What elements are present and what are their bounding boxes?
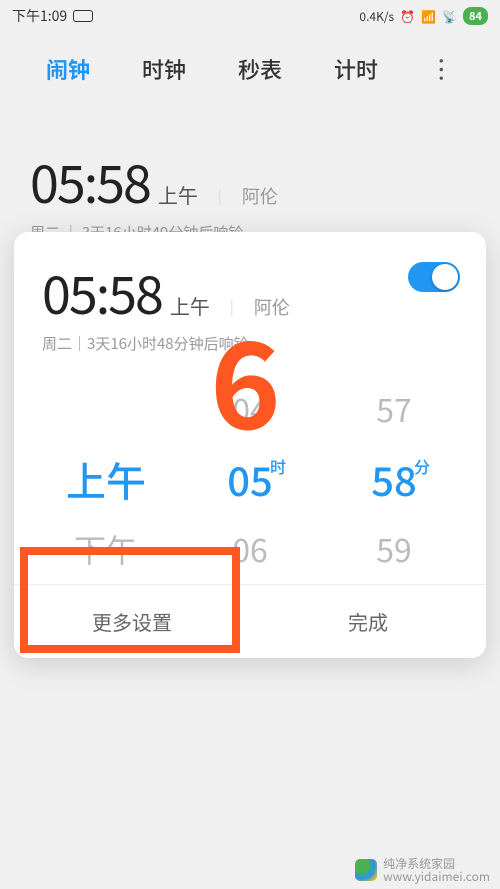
hour-prev: 04 xyxy=(178,374,322,444)
ampm-pm[interactable]: 下午 xyxy=(34,514,178,584)
sheet-header: 05:58 上午 ｜ 阿伦 周二｜3天16小时48分钟后响铃 xyxy=(14,232,486,364)
edit-alarm-sheet: 05:58 上午 ｜ 阿伦 周二｜3天16小时48分钟后响铃 上午 下午 04 … xyxy=(14,232,486,658)
status-time: 下午1:09 xyxy=(12,6,67,26)
watermark-url: www.yidaimei.com xyxy=(383,870,490,883)
tab-alarm[interactable]: 闹钟 xyxy=(46,53,90,85)
minute-prev: 57 xyxy=(322,374,466,444)
watermark: 纯净系统家园 www.yidaimei.com xyxy=(355,857,490,883)
tab-timer[interactable]: 计时 xyxy=(334,53,378,85)
overflow-icon[interactable]: ⋯ xyxy=(423,56,460,80)
minute-column[interactable]: 57 58分 59 xyxy=(322,374,466,584)
alarm-time: 05:58 xyxy=(30,143,150,218)
more-settings-button[interactable]: 更多设置 xyxy=(14,585,250,658)
ampm-am[interactable]: 上午 xyxy=(34,444,178,514)
alarm-label: 阿伦 xyxy=(242,183,278,209)
alarm-ampm: 上午 xyxy=(158,180,198,209)
sheet-label: 阿伦 xyxy=(254,294,290,320)
sheet-actions: 更多设置 完成 xyxy=(14,584,486,658)
battery-badge: 84 xyxy=(463,7,488,25)
ampm-column[interactable]: 上午 下午 xyxy=(34,374,178,584)
sheet-time: 05:58 xyxy=(42,254,162,329)
watermark-logo-icon xyxy=(355,859,377,881)
wifi-icon: 📡 xyxy=(442,8,457,25)
hour-next: 06 xyxy=(178,514,322,584)
sheet-subtitle: 周二｜3天16小时48分钟后响铃 xyxy=(42,333,458,354)
status-net: 0.4K/s xyxy=(359,8,394,25)
sheet-toggle[interactable] xyxy=(408,262,460,292)
alarm-icon: ⏰ xyxy=(400,8,415,25)
hour-column[interactable]: 04 05时 06 xyxy=(178,374,322,584)
signal-icon: 📶 xyxy=(421,8,436,25)
minute-selected: 58分 xyxy=(322,444,466,514)
vr-icon xyxy=(73,10,93,22)
tab-clock[interactable]: 时钟 xyxy=(142,53,186,85)
tab-stopwatch[interactable]: 秒表 xyxy=(238,53,282,85)
divider: ｜ xyxy=(212,184,228,208)
sheet-ampm: 上午 xyxy=(170,291,210,320)
hour-selected: 05时 xyxy=(178,444,322,514)
tab-bar: 闹钟 时钟 秒表 计时 ⋯ xyxy=(0,32,500,105)
done-button[interactable]: 完成 xyxy=(250,585,486,658)
status-bar: 下午1:09 0.4K/s ⏰ 📶 📡 84 xyxy=(0,0,500,32)
time-picker[interactable]: 上午 下午 04 05时 06 57 58分 59 xyxy=(14,364,486,584)
minute-next: 59 xyxy=(322,514,466,584)
divider: ｜ xyxy=(224,295,240,319)
